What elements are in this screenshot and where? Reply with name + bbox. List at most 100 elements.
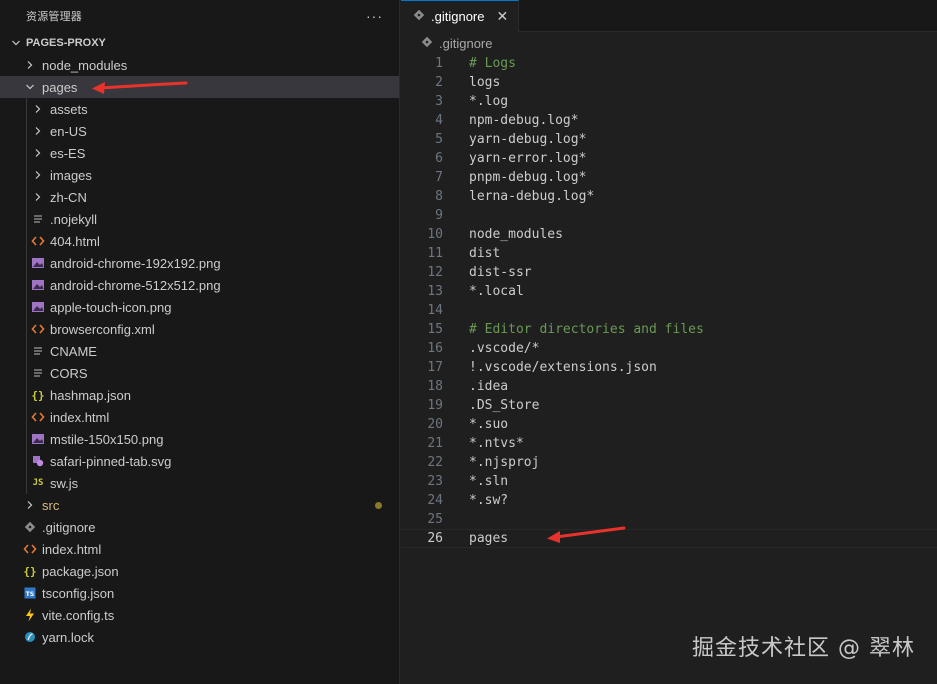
chevron-down-icon <box>8 38 24 48</box>
code-editor[interactable]: 1 # Logs 2 logs 3 *.log 4 npm-debug.log* 5 yarn-d… <box>401 54 937 548</box>
line-number: 26 <box>427 531 443 546</box>
code-line[interactable]: 15 # Editor directories and files <box>401 320 937 339</box>
code-line[interactable]: 3 *.log <box>401 92 937 111</box>
line-number: 3 <box>435 94 443 109</box>
code-text: # Logs <box>469 56 516 71</box>
code-line[interactable]: 11 dist <box>401 244 937 263</box>
code-text: !.vscode/extensions.json <box>469 360 657 375</box>
tree-folder[interactable]: en-US <box>0 120 399 142</box>
modified-indicator <box>375 502 382 509</box>
tree-file[interactable]: android-chrome-192x192.png <box>0 252 399 274</box>
line-number: 4 <box>435 113 443 128</box>
tree-file[interactable]: index.html <box>0 538 399 560</box>
code-line[interactable]: 12 dist-ssr <box>401 263 937 282</box>
code-text: *.local <box>469 284 524 299</box>
code-line[interactable]: 8 lerna-debug.log* <box>401 187 937 206</box>
chevron-right-icon <box>30 189 46 205</box>
tree-folder[interactable]: node_modules <box>0 54 399 76</box>
code-line[interactable]: 4 npm-debug.log* <box>401 111 937 130</box>
tree-file[interactable]: CNAME <box>0 340 399 362</box>
code-line[interactable]: 26 pages <box>401 529 937 548</box>
code-text: *.log <box>469 94 509 109</box>
indent-guide <box>26 98 27 120</box>
code-line[interactable]: 5 yarn-debug.log* <box>401 130 937 149</box>
tree-file[interactable]: yarn.lock <box>0 626 399 648</box>
tree-file[interactable]: {} package.json <box>0 560 399 582</box>
tree-folder[interactable]: assets <box>0 98 399 120</box>
code-text: logs <box>469 75 501 90</box>
tree-folder[interactable]: pages <box>0 76 399 98</box>
explorer-title: 资源管理器 <box>26 11 82 23</box>
code-line[interactable]: 7 pnpm-debug.log* <box>401 168 937 187</box>
line-number: 17 <box>427 360 443 375</box>
tree-item-label: node_modules <box>42 57 128 73</box>
code-line[interactable]: 19 .DS_Store <box>401 396 937 415</box>
code-line[interactable]: 21 *.ntvs* <box>401 434 937 453</box>
tree-file[interactable]: browserconfig.xml <box>0 318 399 340</box>
vite-file-icon <box>22 607 38 623</box>
tree-folder[interactable]: images <box>0 164 399 186</box>
code-line[interactable]: 13 *.local <box>401 282 937 301</box>
tree-file[interactable]: android-chrome-512x512.png <box>0 274 399 296</box>
tree-folder[interactable]: es-ES <box>0 142 399 164</box>
project-root[interactable]: PAGES-PROXY <box>0 32 399 54</box>
image-file-icon <box>30 277 46 293</box>
tree-item-label: mstile-150x150.png <box>50 431 164 447</box>
tree-folder[interactable]: src <box>0 494 399 516</box>
tree-file[interactable]: .nojekyll <box>0 208 399 230</box>
svg-file-icon <box>30 453 46 469</box>
code-line[interactable]: 24 *.sw? <box>401 491 937 510</box>
tree-file[interactable]: {} hashmap.json <box>0 384 399 406</box>
tree-file[interactable]: index.html <box>0 406 399 428</box>
code-line[interactable]: 2 logs <box>401 73 937 92</box>
tree-file[interactable]: TS tsconfig.json <box>0 582 399 604</box>
tree-file[interactable]: JS sw.js <box>0 472 399 494</box>
line-number: 20 <box>427 417 443 432</box>
tree-file[interactable]: mstile-150x150.png <box>0 428 399 450</box>
ts-file-icon: TS <box>22 585 38 601</box>
code-line[interactable]: 25 <box>401 510 937 529</box>
code-line[interactable]: 16 .vscode/* <box>401 339 937 358</box>
breadcrumb[interactable]: .gitignore <box>401 32 937 54</box>
code-line[interactable]: 22 *.njsproj <box>401 453 937 472</box>
tree-item-label: hashmap.json <box>50 387 131 403</box>
tree-item-label: vite.config.ts <box>42 607 115 623</box>
code-text: # Editor directories and files <box>469 322 704 337</box>
code-text: *.sln <box>469 474 509 489</box>
code-line[interactable]: 14 <box>401 301 937 320</box>
indent-guide <box>26 384 27 406</box>
image-file-icon <box>30 255 46 271</box>
code-line[interactable]: 1 # Logs <box>401 54 937 73</box>
tree-item-label: tsconfig.json <box>42 585 115 601</box>
tree-item-label: yarn.lock <box>42 629 95 645</box>
line-number: 22 <box>427 455 443 470</box>
code-line[interactable]: 20 *.suo <box>401 415 937 434</box>
tree-item-label: browserconfig.xml <box>50 321 155 337</box>
code-line[interactable]: 9 <box>401 206 937 225</box>
code-line[interactable]: 18 .idea <box>401 377 937 396</box>
code-text: node_modules <box>469 227 563 242</box>
tree-folder[interactable]: zh-CN <box>0 186 399 208</box>
tab-gitignore[interactable]: .gitignore ✕ <box>401 0 520 32</box>
code-text: *.sw? <box>469 493 509 508</box>
chevron-right-icon <box>30 101 46 117</box>
tree-file[interactable]: apple-touch-icon.png <box>0 296 399 318</box>
code-text: dist <box>469 246 501 261</box>
tree-file[interactable]: .gitignore <box>0 516 399 538</box>
tree-item-label: pages <box>42 79 78 95</box>
indent-guide <box>26 362 27 384</box>
close-icon[interactable]: ✕ <box>496 8 508 25</box>
tree-file[interactable]: CORS <box>0 362 399 384</box>
code-line[interactable]: 10 node_modules <box>401 225 937 244</box>
tree-file[interactable]: safari-pinned-tab.svg <box>0 450 399 472</box>
tree-file[interactable]: 404.html <box>0 230 399 252</box>
tree-file[interactable]: vite.config.ts <box>0 604 399 626</box>
line-number: 15 <box>427 322 443 337</box>
more-actions-icon[interactable]: ··· <box>366 8 383 24</box>
code-line[interactable]: 6 yarn-error.log* <box>401 149 937 168</box>
html-file-icon <box>22 541 38 557</box>
tree-item-label: index.html <box>50 409 110 425</box>
code-line[interactable]: 17 !.vscode/extensions.json <box>401 358 937 377</box>
html-file-icon <box>30 409 46 425</box>
code-line[interactable]: 23 *.sln <box>401 472 937 491</box>
